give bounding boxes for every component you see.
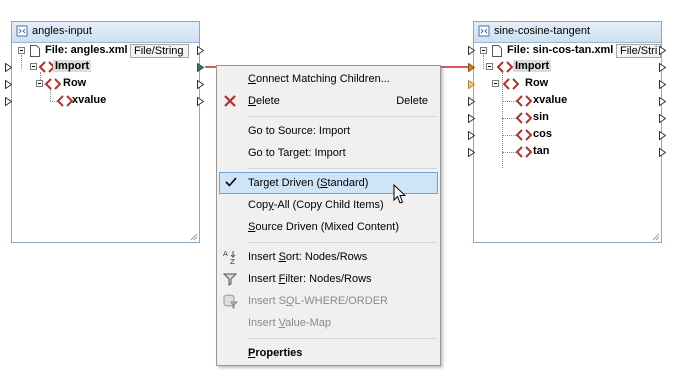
- input-connector-icon[interactable]: [468, 80, 475, 89]
- output-connector-icon[interactable]: [197, 46, 204, 55]
- input-connector-icon[interactable]: [468, 46, 475, 55]
- output-connector-icon[interactable]: [197, 80, 204, 89]
- collapse-toggle[interactable]: [480, 47, 487, 54]
- menu-item-go-to-source[interactable]: Go to Source: Import: [219, 121, 438, 141]
- component-title: sine-cosine-tangent: [494, 25, 591, 37]
- output-connector-icon[interactable]: [197, 63, 204, 72]
- menu-item-insert-value-map[interactable]: Insert Value-Map: [219, 313, 438, 333]
- file-label: File: angles.xml: [45, 44, 128, 56]
- collapse-toggle[interactable]: [30, 63, 37, 70]
- menu-separator: [247, 242, 437, 243]
- menu-item-delete[interactable]: Delete Delete: [219, 91, 438, 111]
- file-label: File: sin-cos-tan.xml: [507, 44, 614, 56]
- element-icon: [516, 112, 532, 124]
- mouse-cursor-icon: [393, 184, 407, 204]
- collapse-toggle[interactable]: [492, 80, 499, 87]
- tree-guide: [502, 101, 516, 102]
- node-sin[interactable]: sin: [533, 111, 549, 123]
- output-connector-icon[interactable]: [659, 148, 666, 157]
- svg-text:Z: Z: [230, 258, 235, 265]
- component-sine-cosine-tangent[interactable]: sine-cosine-tangent File: sin-cos-tan.xm…: [473, 21, 662, 243]
- tree-guide: [21, 55, 22, 69]
- input-connector-icon[interactable]: [468, 63, 475, 72]
- element-icon: [45, 78, 61, 90]
- input-connector-icon[interactable]: [5, 97, 12, 106]
- menu-item-go-to-target[interactable]: Go to Target: Import: [219, 143, 438, 163]
- element-icon: [516, 146, 532, 158]
- menu-separator: [247, 116, 437, 117]
- input-connector-icon[interactable]: [468, 114, 475, 123]
- element-icon: [516, 95, 532, 107]
- context-menu: Connect Matching Children... Delete Dele…: [216, 65, 441, 366]
- shortcut-label: Delete: [396, 95, 428, 107]
- node-xvalue[interactable]: xvalue: [72, 94, 106, 106]
- menu-item-insert-sql-where-order[interactable]: Insert SQL-WHERE/ORDER: [219, 291, 438, 311]
- node-import[interactable]: Import: [53, 60, 92, 72]
- file-icon: [492, 45, 502, 57]
- resize-grip-icon[interactable]: [190, 233, 198, 241]
- menu-item-insert-filter[interactable]: Insert Filter: Nodes/Rows: [219, 269, 438, 289]
- file-string-button[interactable]: File/Stri: [616, 44, 661, 58]
- tree-guide: [50, 101, 57, 102]
- component-title: angles-input: [32, 25, 92, 37]
- element-icon: [503, 78, 519, 90]
- checkmark-icon: [225, 177, 237, 187]
- component-title-bar[interactable]: sine-cosine-tangent: [474, 22, 661, 43]
- filter-icon: [222, 273, 238, 286]
- collapse-toggle[interactable]: [36, 80, 43, 87]
- node-xvalue[interactable]: xvalue: [533, 94, 567, 106]
- node-row[interactable]: Row: [525, 77, 548, 89]
- output-connector-icon[interactable]: [659, 80, 666, 89]
- menu-item-properties[interactable]: Properties: [219, 343, 438, 363]
- input-connector-icon[interactable]: [468, 148, 475, 157]
- output-connector-icon[interactable]: [659, 131, 666, 140]
- node-import[interactable]: Import: [513, 60, 552, 72]
- svg-text:A: A: [223, 250, 228, 258]
- node-tan[interactable]: tan: [533, 145, 550, 157]
- input-connector-icon[interactable]: [468, 97, 475, 106]
- menu-item-insert-sort[interactable]: A Z Insert Sort: Nodes/Rows: [219, 247, 438, 267]
- element-icon: [516, 129, 532, 141]
- component-angles-input[interactable]: angles-input File: angles.xml File/Strin…: [11, 21, 200, 243]
- tree-guide: [502, 118, 516, 119]
- collapse-toggle[interactable]: [18, 47, 25, 54]
- sql-where-icon: [223, 294, 238, 309]
- menu-item-source-driven[interactable]: Source Driven (Mixed Content): [219, 217, 438, 237]
- element-icon: [57, 95, 73, 107]
- output-connector-icon[interactable]: [659, 114, 666, 123]
- tree-guide: [502, 135, 516, 136]
- node-cos[interactable]: cos: [533, 128, 552, 140]
- file-icon: [30, 45, 40, 57]
- menu-separator: [247, 168, 437, 169]
- menu-item-connect-matching-children[interactable]: Connect Matching Children...: [219, 69, 438, 89]
- xml-schema-icon: [16, 25, 28, 37]
- element-icon: [497, 61, 513, 73]
- tree-guide: [502, 152, 516, 153]
- tree-guide: [483, 55, 484, 69]
- output-connector-icon[interactable]: [197, 97, 204, 106]
- file-string-button[interactable]: File/String: [130, 44, 189, 58]
- input-connector-icon[interactable]: [468, 131, 475, 140]
- component-title-bar[interactable]: angles-input: [12, 22, 199, 43]
- delete-icon: [224, 95, 236, 107]
- collapse-toggle[interactable]: [486, 63, 493, 70]
- menu-separator: [247, 338, 437, 339]
- output-connector-icon[interactable]: [659, 97, 666, 106]
- input-connector-icon[interactable]: [5, 80, 12, 89]
- sort-az-icon: A Z: [223, 250, 236, 265]
- xml-schema-icon: [478, 25, 490, 37]
- resize-grip-icon[interactable]: [652, 233, 660, 241]
- node-row[interactable]: Row: [63, 77, 86, 89]
- output-connector-icon[interactable]: [659, 63, 666, 72]
- output-connector-icon[interactable]: [659, 46, 666, 55]
- tree-guide: [50, 89, 51, 101]
- input-connector-icon[interactable]: [5, 63, 12, 72]
